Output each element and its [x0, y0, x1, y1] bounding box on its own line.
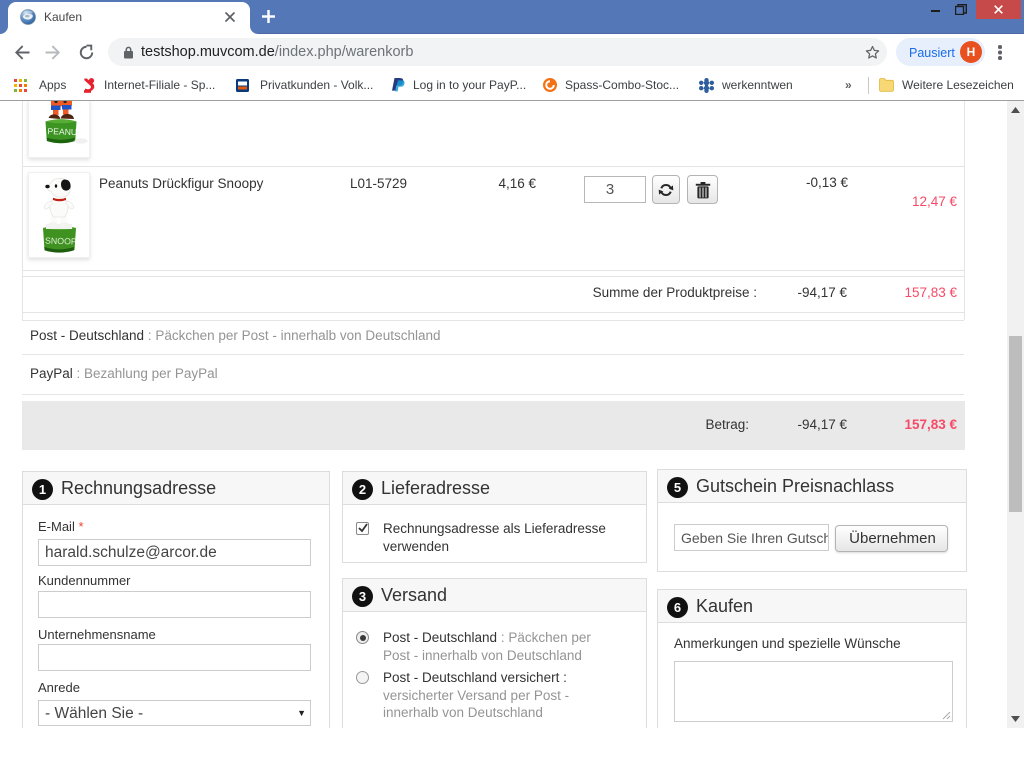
- svg-text:SNOOPY: SNOOPY: [45, 236, 83, 247]
- svg-text:PEANUTS: PEANUTS: [47, 126, 88, 137]
